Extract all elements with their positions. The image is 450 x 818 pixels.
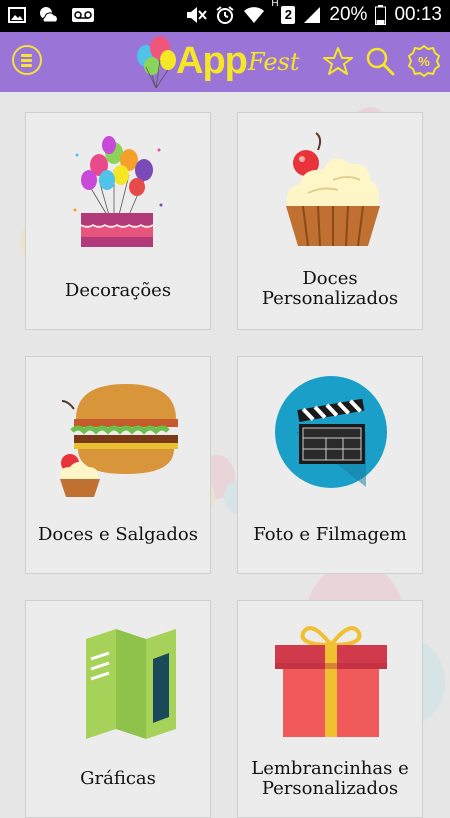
category-card-doces-e-salgados[interactable]: Doces e Salgados [25,356,211,574]
voicemail-icon [72,8,94,22]
weather-icon [40,7,58,23]
category-label: Doces Personalizados [261,268,399,309]
status-bar: H 2 20% 00:13 [0,0,450,32]
star-icon[interactable] [322,46,354,76]
brochure-icon [86,629,176,739]
category-label: Gráficas [80,768,156,789]
cupcake-icon [286,132,380,247]
discount-icon[interactable]: % [407,44,441,78]
signal-icon [304,7,321,23]
balloons-logo-icon [137,36,176,89]
logo-fest-text: Fest [248,48,300,76]
category-card-decoracoes[interactable]: Decorações [25,112,211,330]
category-card-doces-personalizados[interactable]: Doces Personalizados [237,112,423,330]
category-label: Lembrancinhas e Personalizados [251,758,409,799]
app-bar: App Fest % [0,32,450,92]
clock: 00:13 [394,4,442,25]
gallery-icon [8,7,26,23]
menu-button[interactable] [12,45,42,75]
logo-app-text: App [176,40,248,82]
battery-icon [375,5,387,25]
alarm-icon [216,6,235,24]
wifi-icon [244,7,265,23]
burger-cupcake-icon [59,384,178,497]
category-label: Doces e Salgados [37,524,198,545]
category-label: Decorações [64,280,172,301]
sim-slot-badge: 2 [281,6,296,24]
category-card-graficas[interactable]: Gráficas [25,600,211,818]
mute-icon [187,7,208,23]
network-type: H [271,0,279,9]
category-label: Foto e Filmagem [253,524,407,545]
balloon-cake-icon [73,136,163,247]
svg-text:%: % [418,54,430,69]
battery-percent: 20% [329,4,368,25]
gift-box-icon [275,626,387,737]
search-icon[interactable] [365,46,395,76]
clapperboard-icon [275,376,387,488]
category-card-foto-e-filmagem[interactable]: Foto e Filmagem [237,356,423,574]
category-card-lembrancinhas[interactable]: Lembrancinhas e Personalizados [237,600,423,818]
app-logo: App Fest [132,34,322,90]
